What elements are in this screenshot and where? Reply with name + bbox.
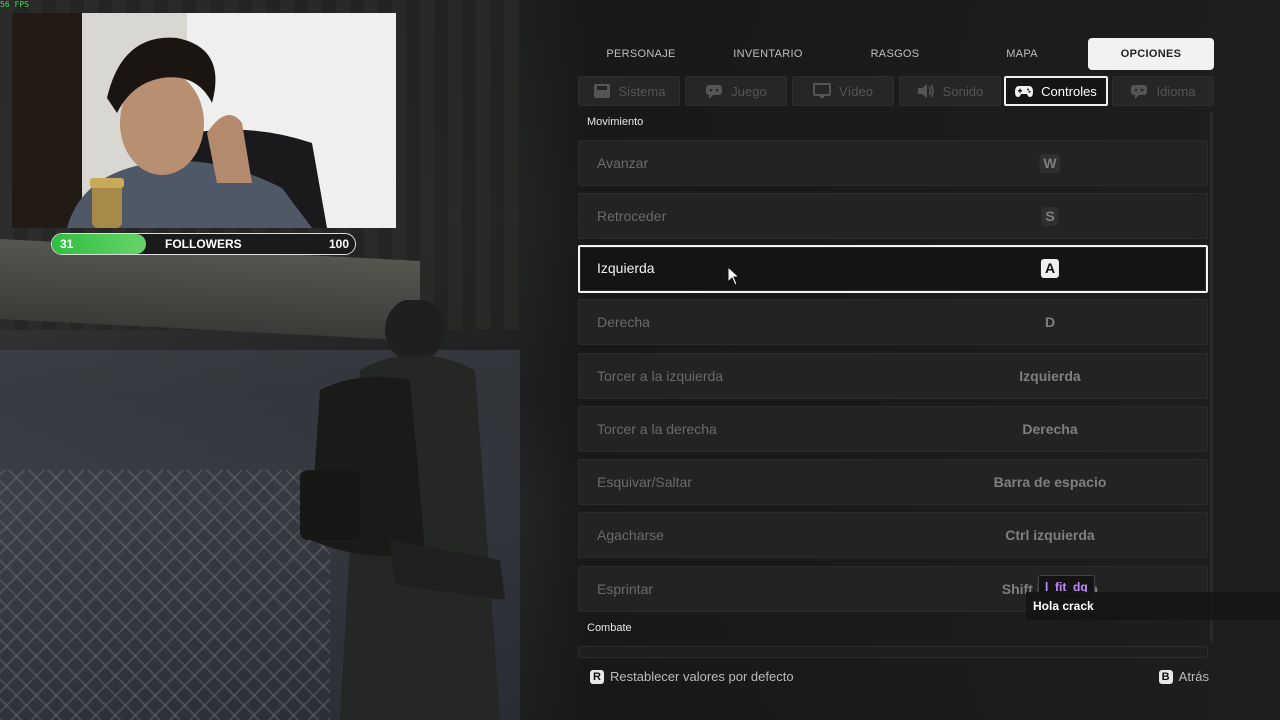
subtab-controles-label: Controles [1041, 83, 1097, 99]
binding-row-agacharse[interactable]: Agacharse Ctrl izquierda [578, 512, 1208, 558]
webcam-feed [12, 13, 396, 228]
binding-action: Esquivar/Saltar [597, 474, 692, 490]
gamepad-chat-icon [706, 85, 723, 99]
tab-opciones[interactable]: OPCIONES [1088, 38, 1214, 70]
binding-action: Izquierda [597, 260, 655, 276]
back-button[interactable]: B Atrás [1158, 669, 1209, 684]
tab-personaje[interactable]: PERSONAJE [578, 38, 704, 70]
followers-goal-bar: 31 FOLLOWERS 100 [51, 233, 356, 255]
speaker-icon [917, 84, 934, 98]
followers-label: FOLLOWERS [165, 237, 242, 251]
tab-inventario[interactable]: INVENTARIO [705, 38, 831, 70]
subtab-video[interactable]: Vídeo [792, 76, 894, 106]
controller-icon [1015, 86, 1034, 97]
binding-action: Agacharse [597, 527, 664, 543]
binding-key: D [1044, 314, 1056, 330]
chat-message: Hola crack [1026, 592, 1280, 620]
subtab-sonido-label: Sonido [942, 83, 984, 99]
binding-action: Derecha [597, 314, 650, 330]
mouse-cursor-icon [727, 266, 741, 286]
reset-defaults-label: Restablecer valores por defecto [610, 669, 794, 684]
subtab-sonido[interactable]: Sonido [899, 76, 1001, 106]
tab-rasgos[interactable]: RASGOS [832, 38, 958, 70]
binding-key: Derecha [1022, 421, 1078, 437]
subtab-idioma-label: Idioma [1156, 83, 1196, 99]
binding-row-torcer-derecha[interactable]: Torcer a la derecha Derecha [578, 406, 1208, 452]
binding-action: Torcer a la derecha [597, 421, 717, 437]
followers-goal: 100 [328, 237, 349, 251]
binding-row-torcer-izquierda[interactable]: Torcer a la izquierda Izquierda [578, 353, 1208, 399]
binding-row-esquivar-saltar[interactable]: Esquivar/Saltar Barra de espacio [578, 459, 1208, 505]
binding-row-derecha[interactable]: Derecha D [578, 299, 1208, 345]
reset-defaults-button[interactable]: R Restablecer valores por defecto [590, 669, 794, 684]
subtab-sistema[interactable]: Sistema [578, 76, 680, 106]
speech-icon [1131, 85, 1148, 99]
fps-counter: 56 FPS [0, 0, 29, 9]
subtab-idioma[interactable]: Idioma [1112, 76, 1214, 106]
player-character [300, 300, 505, 720]
subtab-juego-label: Juego [731, 83, 767, 99]
b-key-icon: B [1158, 669, 1173, 684]
binding-action: Retroceder [597, 208, 667, 224]
binding-action: Esprintar [597, 581, 654, 597]
binding-row-partial[interactable] [578, 646, 1208, 658]
binding-key: Barra de espacio [993, 474, 1107, 490]
binding-row-izquierda[interactable]: Izquierda A [578, 245, 1208, 293]
followers-current: 31 [60, 237, 74, 251]
section-title-combate: Combate [587, 622, 632, 634]
monitor-save-icon [593, 84, 610, 98]
binding-row-avanzar[interactable]: Avanzar W [578, 140, 1208, 186]
chain-link-fence [0, 470, 330, 720]
tab-mapa[interactable]: MAPA [959, 38, 1085, 70]
subtab-juego[interactable]: Juego [685, 76, 787, 106]
back-label: Atrás [1178, 669, 1209, 684]
subtab-video-label: Vídeo [839, 83, 873, 99]
subtab-controles[interactable]: Controles [1004, 76, 1108, 106]
r-key-icon: R [590, 669, 604, 684]
binding-key: S [1041, 207, 1059, 226]
main-menu-tabs: PERSONAJE INVENTARIO RASGOS MAPA OPCIONE… [578, 38, 1214, 70]
subtab-sistema-label: Sistema [618, 83, 666, 99]
binding-key: Ctrl izquierda [1005, 527, 1095, 543]
binding-key: W [1039, 154, 1061, 173]
binding-key: Izquierda [1019, 368, 1081, 384]
footer-hints: R Restablecer valores por defecto B Atrá… [578, 660, 1214, 694]
display-icon [813, 83, 831, 98]
options-sub-tabs: Sistema Juego Vídeo Sonido Controles Idi… [578, 76, 1214, 106]
binding-row-retroceder[interactable]: Retroceder S [578, 193, 1208, 239]
binding-action: Avanzar [597, 155, 649, 171]
bindings-scrollbar[interactable] [1210, 112, 1213, 642]
section-title-movimiento: Movimiento [587, 116, 644, 128]
binding-key: A [1040, 259, 1060, 278]
binding-action: Torcer a la izquierda [597, 368, 724, 384]
